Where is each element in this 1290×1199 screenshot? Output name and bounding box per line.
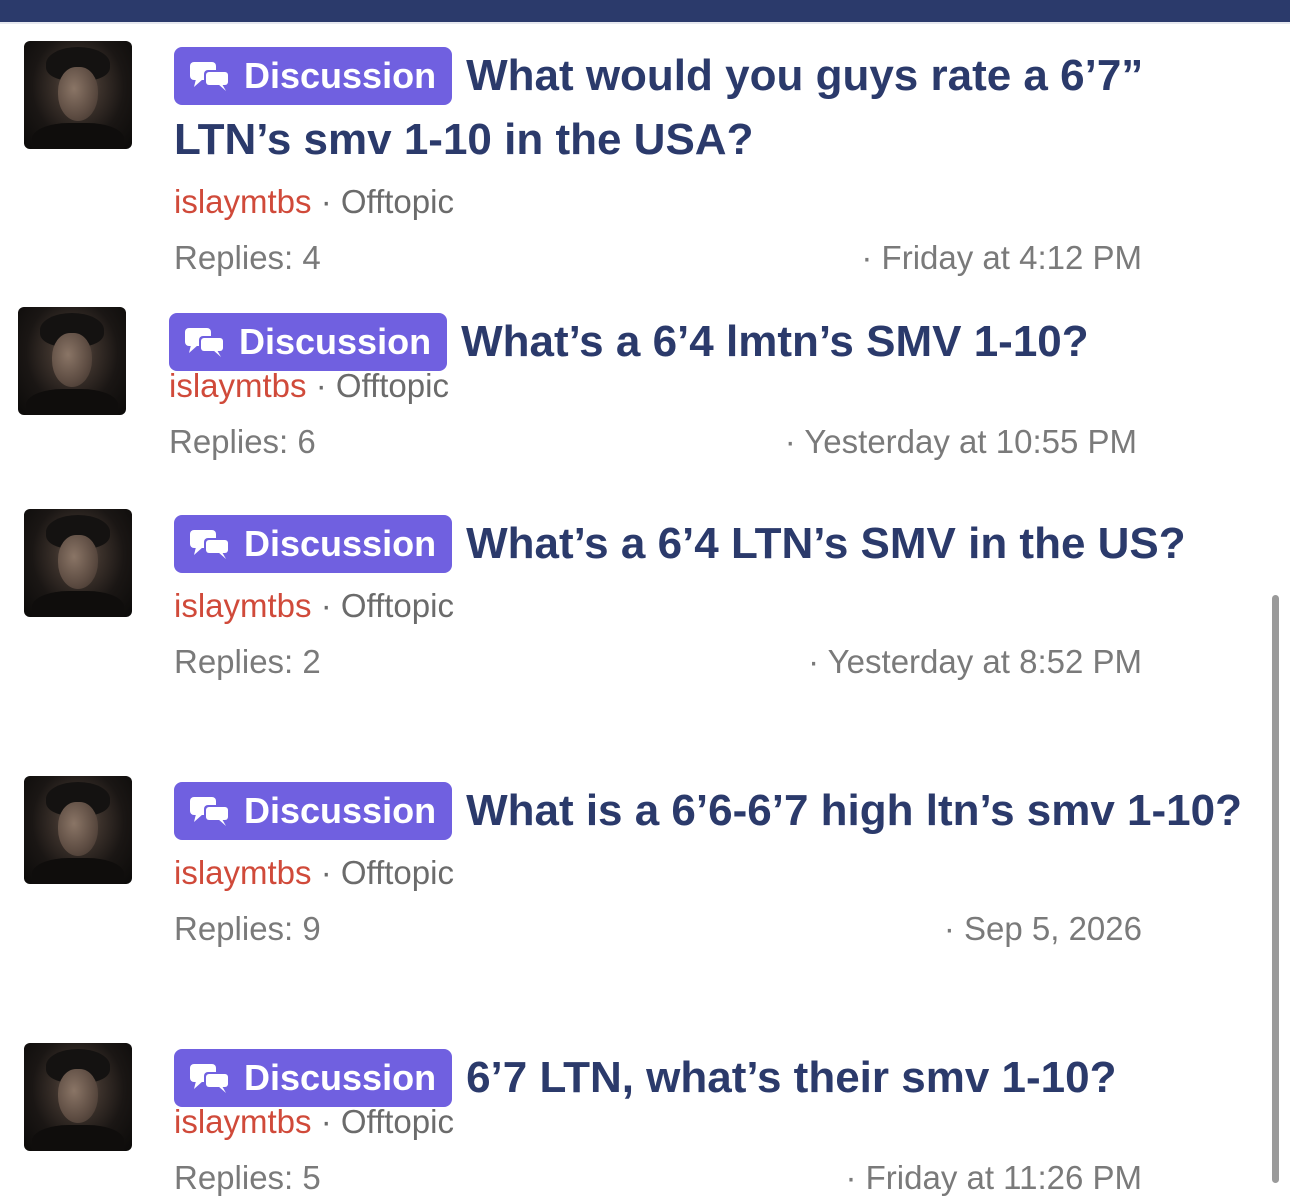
thread-title[interactable]: Discussion What would you guys rate a 6’… [174, 44, 1254, 172]
author-link[interactable]: islaymtbs [174, 183, 312, 220]
thread-title[interactable]: Discussion What is a 6’6-6’7 high ltn’s … [174, 779, 1254, 843]
author-link[interactable]: islaymtbs [174, 854, 312, 891]
thread-stats: Replies: 2 · Yesterday at 8:52 PM [174, 642, 1254, 682]
avatar[interactable] [24, 41, 132, 149]
forum-link[interactable]: Offtopic [341, 183, 454, 220]
thread-stats: Replies: 5 · Friday at 11:26 PM [174, 1158, 1254, 1198]
meta-separator: · [311, 183, 341, 220]
thread-title-text[interactable]: 6’7 LTN, what’s their smv 1-10? [466, 1053, 1116, 1102]
replies-count: Replies: 6 [169, 423, 316, 460]
last-post-date[interactable]: · Friday at 11:26 PM [845, 1158, 1142, 1198]
chat-bubbles-icon [188, 53, 234, 91]
chat-bubbles-icon [188, 1055, 234, 1093]
thread-title-text[interactable]: What is a 6’6-6’7 high ltn’s smv 1-10? [466, 786, 1242, 835]
last-post-date[interactable]: · Sep 5, 2026 [944, 909, 1142, 949]
thread-stats: Replies: 6 · Yesterday at 10:55 PM [169, 422, 1249, 462]
discussion-badge[interactable]: Discussion [174, 515, 453, 573]
replies-count: Replies: 2 [174, 643, 321, 680]
discussion-badge[interactable]: Discussion [174, 47, 453, 105]
forum-link[interactable]: Offtopic [341, 854, 454, 891]
meta-separator: · [306, 367, 336, 404]
thread-title-text[interactable]: What’s a 6’4 lmtn’s SMV 1-10? [461, 317, 1089, 366]
avatar[interactable] [24, 509, 132, 617]
last-post-date[interactable]: · Friday at 4:12 PM [861, 238, 1142, 278]
meta-separator: · [311, 587, 341, 624]
thread-stats: Replies: 9 · Sep 5, 2026 [174, 909, 1254, 949]
thread-meta: islaymtbs · Offtopic [174, 853, 1254, 893]
badge-label: Discussion [244, 1057, 437, 1098]
thread-title[interactable]: Discussion 6’7 LTN, what’s their smv 1-1… [174, 1046, 1254, 1110]
badge-label: Discussion [244, 523, 437, 564]
thread-title[interactable]: Discussion What’s a 6’4 lmtn’s SMV 1-10? [169, 310, 1249, 374]
scrollbar[interactable] [1272, 595, 1279, 1183]
discussion-badge[interactable]: Discussion [174, 1049, 453, 1107]
author-link[interactable]: islaymtbs [174, 1103, 312, 1140]
discussion-badge[interactable]: Discussion [174, 782, 453, 840]
replies-count: Replies: 9 [174, 910, 321, 947]
forum-link[interactable]: Offtopic [341, 587, 454, 624]
last-post-date[interactable]: · Yesterday at 8:52 PM [808, 642, 1142, 682]
replies-count: Replies: 4 [174, 239, 321, 276]
badge-label: Discussion [244, 790, 437, 831]
thread-title-text[interactable]: What’s a 6’4 LTN’s SMV in the US? [466, 519, 1186, 568]
thread-meta: islaymtbs · Offtopic [174, 586, 1254, 626]
replies-count: Replies: 5 [174, 1159, 321, 1196]
meta-separator: · [311, 1103, 341, 1140]
forum-link[interactable]: Offtopic [336, 367, 449, 404]
header-bar [0, 0, 1290, 24]
author-link[interactable]: islaymtbs [169, 367, 307, 404]
meta-separator: · [311, 854, 341, 891]
avatar[interactable] [24, 776, 132, 884]
chat-bubbles-icon [188, 521, 234, 559]
thread-stats: Replies: 4 · Friday at 4:12 PM [174, 238, 1254, 278]
author-link[interactable]: islaymtbs [174, 587, 312, 624]
thread-meta: islaymtbs · Offtopic [174, 182, 1254, 222]
discussion-badge[interactable]: Discussion [169, 313, 448, 371]
badge-label: Discussion [239, 321, 432, 362]
last-post-date[interactable]: · Yesterday at 10:55 PM [785, 422, 1137, 462]
forum-link[interactable]: Offtopic [341, 1103, 454, 1140]
chat-bubbles-icon [183, 319, 229, 357]
thread-title[interactable]: Discussion What’s a 6’4 LTN’s SMV in the… [174, 512, 1254, 576]
avatar[interactable] [18, 307, 126, 415]
avatar[interactable] [24, 1043, 132, 1151]
chat-bubbles-icon [188, 788, 234, 826]
badge-label: Discussion [244, 55, 437, 96]
